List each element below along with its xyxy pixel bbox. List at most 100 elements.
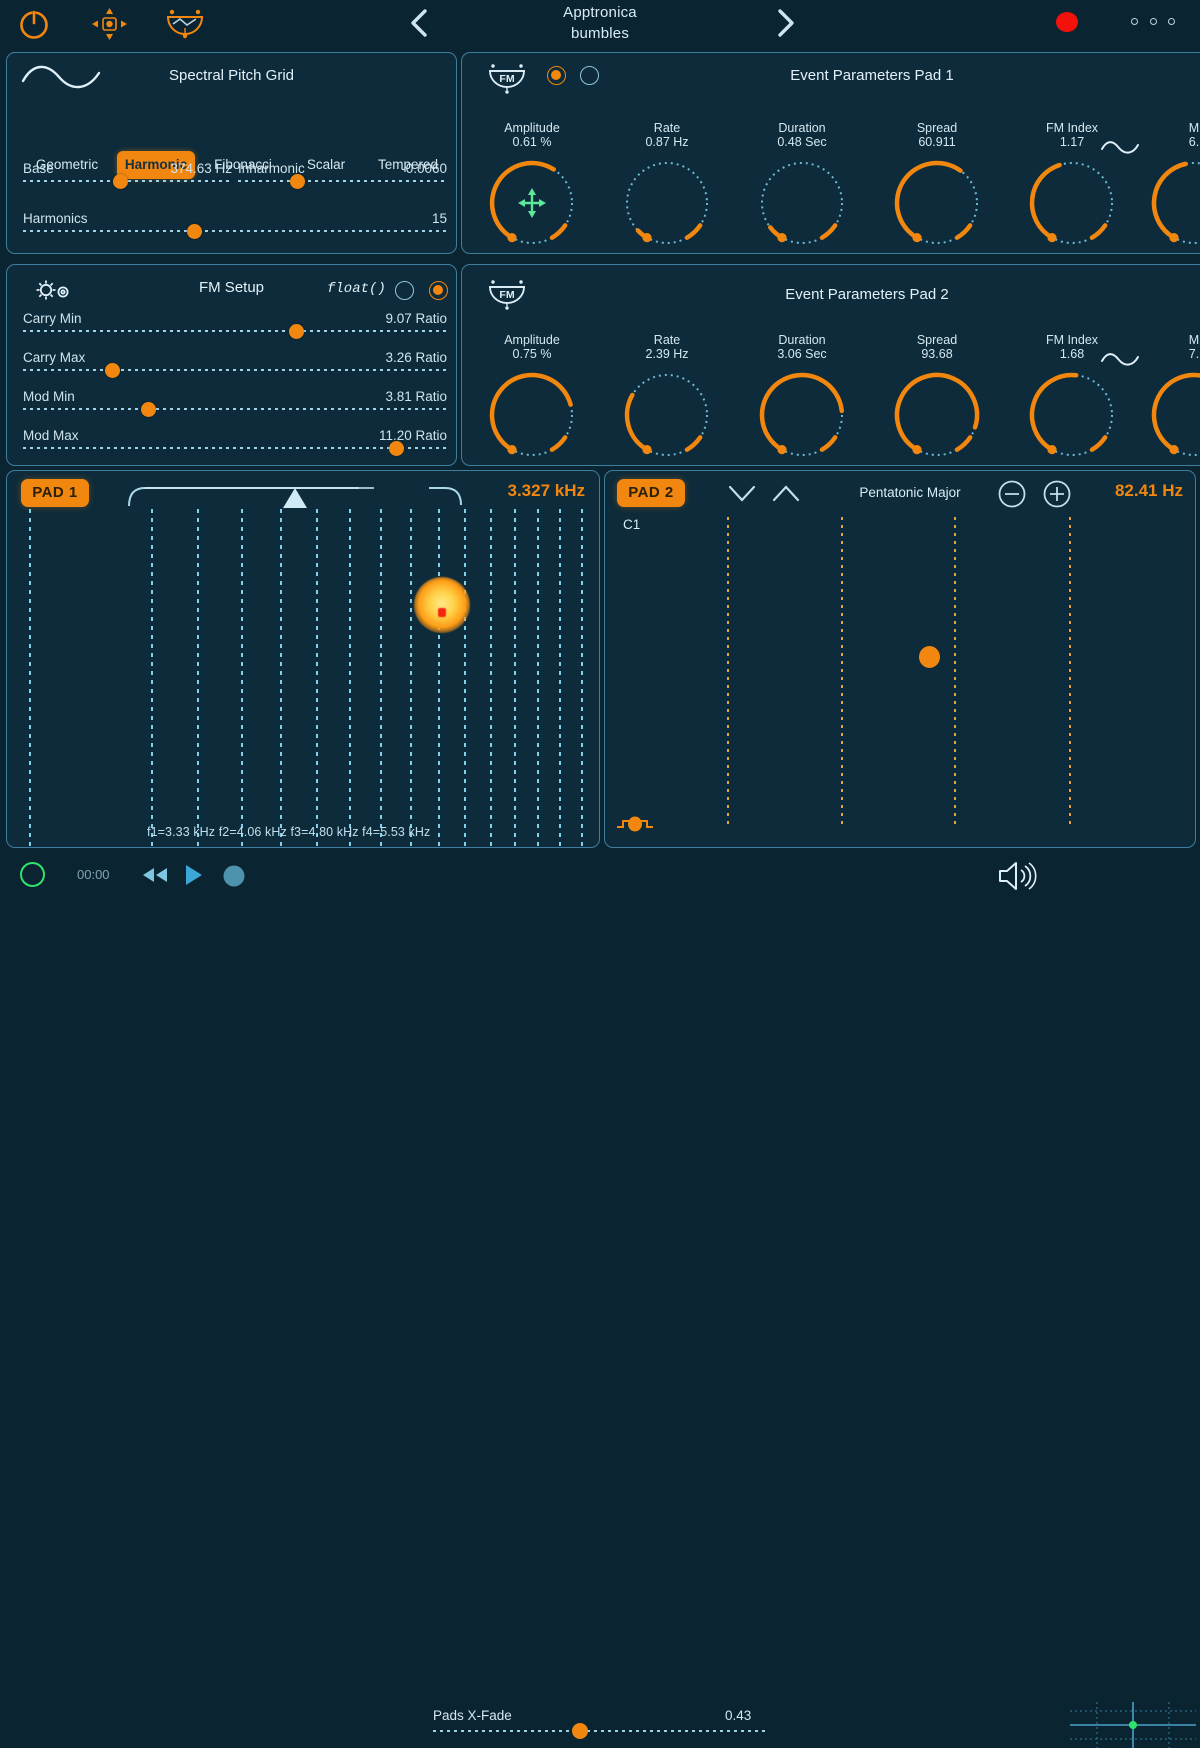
speaker-icon[interactable] (996, 858, 1040, 894)
knob-duration[interactable]: Duration 3.06 Sec (742, 333, 862, 463)
wave-node-icon[interactable] (615, 813, 655, 835)
grid-line (241, 509, 243, 847)
knob-spread[interactable]: Spread 93.68 (877, 333, 997, 463)
pad1-mode-radio-1[interactable] (580, 66, 599, 85)
waveform-bowl-icon[interactable] (163, 6, 207, 42)
pad1-grid-panel[interactable]: PAD 1 3.327 kHz f1=3.33 kHz f2=4.06 kHz … (6, 470, 600, 848)
knob-m[interactable]: M 6. (1101, 121, 1200, 251)
slider-inharmonic-track[interactable] (238, 180, 447, 182)
pad2-grid-panel[interactable]: PAD 2 Pentatonic Major 82.41 Hz C1 (604, 470, 1196, 848)
knob-value: 0.75 % (512, 347, 552, 361)
title-line-2: bumbles (570, 25, 630, 42)
pad1-envelope-slider[interactable] (119, 476, 469, 510)
svg-text:FM: FM (499, 289, 514, 301)
sine-wave-icon (1100, 351, 1140, 367)
slider-carry-max-knob[interactable] (105, 363, 121, 378)
knob-dial[interactable] (619, 367, 715, 463)
knob-value: 7. (1188, 347, 1200, 361)
pad1-knob-row: Amplitude 0.61 % Rate 0.87 Hz Duration 0… (462, 121, 1200, 251)
grid-line (349, 509, 351, 847)
grid-line (841, 517, 843, 827)
knob-value: 93.68 (921, 347, 953, 361)
fm-bell-icon: FM (484, 63, 530, 95)
spectral-mode-tabs[interactable]: Geometric Harmonic Fibonacci Scalar Temp… (21, 151, 451, 179)
slider-inharmonic-value: -0.0060 (401, 161, 447, 176)
slider-base-label: Base (23, 161, 54, 176)
knob-dial[interactable] (1146, 367, 1200, 463)
xfade-track[interactable] (433, 1730, 768, 1732)
fm-mode-radio-1[interactable] (429, 281, 448, 300)
slider-harmonics-track[interactable] (23, 230, 447, 232)
knob-dial[interactable] (1024, 155, 1120, 251)
grid-line (151, 509, 153, 847)
xfade-label: Pads X-Fade (433, 1708, 512, 1723)
next-preset-button[interactable] (770, 7, 800, 39)
slider-mod-max-track[interactable] (23, 447, 447, 449)
slider-base-knob[interactable] (112, 174, 128, 189)
knob-value: 2.39 Hz (645, 347, 689, 361)
sine-wave-icon (21, 65, 101, 91)
xy-scope[interactable] (1070, 1702, 1196, 1748)
knob-amplitude[interactable]: Amplitude 0.75 % (472, 333, 592, 463)
knob-duration[interactable]: Duration 0.48 Sec (742, 121, 862, 251)
slider-inharmonic-knob[interactable] (290, 174, 306, 189)
slider-mod-min-knob[interactable] (141, 402, 157, 417)
play-icon[interactable] (183, 863, 205, 887)
knob-dial[interactable] (889, 367, 985, 463)
knob-dial[interactable] (484, 367, 580, 463)
stop-icon[interactable] (222, 864, 246, 888)
sine-wave-icon (1100, 139, 1140, 155)
pad2-scale-name[interactable]: Pentatonic Major (813, 485, 1007, 500)
grid-line (410, 509, 412, 847)
knob-m[interactable]: M 7. (1101, 333, 1200, 463)
pad2-active-dot[interactable] (919, 646, 940, 668)
knob-dial[interactable] (1146, 155, 1200, 251)
slider-harmonics-knob[interactable] (187, 224, 203, 239)
pad2-badge[interactable]: PAD 2 (617, 479, 685, 507)
event-parameters-pad2-panel: Event Parameters Pad 2 FM Amplitude 0.75… (461, 264, 1200, 466)
knob-dial[interactable] (754, 367, 850, 463)
overflow-menu-button[interactable] (1131, 14, 1175, 28)
slider-carry-max-track[interactable] (23, 369, 447, 371)
knob-value: 0.61 % (512, 135, 552, 149)
fm-mode-radio-0[interactable] (395, 281, 414, 300)
power-icon[interactable] (16, 6, 52, 42)
knob-dial[interactable] (889, 155, 985, 251)
plus-circle-icon[interactable] (1042, 479, 1072, 509)
knob-label: M (1188, 121, 1200, 135)
pad1-active-particle[interactable] (414, 577, 470, 633)
knob-dial[interactable] (754, 155, 850, 251)
slider-carry-min-knob[interactable] (288, 324, 304, 339)
knob-dial[interactable] (484, 155, 580, 251)
grid-line (197, 509, 199, 847)
move-pad-icon[interactable] (90, 6, 127, 42)
knob-label: M (1188, 333, 1200, 347)
slider-mod-min-track[interactable] (23, 408, 447, 410)
timecode-display: 00:00 (77, 867, 110, 882)
grid-line (559, 509, 561, 847)
knob-rate[interactable]: Rate 2.39 Hz (607, 333, 727, 463)
pad1-grid-lines (7, 509, 599, 847)
grid-line (727, 517, 729, 827)
knob-dial[interactable] (1024, 367, 1120, 463)
knob-label: Duration (778, 121, 826, 135)
knob-spread[interactable]: Spread 60.911 (877, 121, 997, 251)
grid-line (316, 509, 318, 847)
knob-dial[interactable] (619, 155, 715, 251)
pad1-mode-radio-0[interactable] (547, 66, 566, 85)
record-button[interactable] (1056, 12, 1078, 32)
chevron-up-icon[interactable] (769, 479, 803, 507)
knob-label: Amplitude (504, 333, 560, 347)
xfade-knob[interactable] (572, 1723, 589, 1739)
knob-amplitude[interactable]: Amplitude 0.61 % (472, 121, 592, 251)
prev-preset-button[interactable] (405, 7, 435, 39)
slider-carry-min-track[interactable] (23, 330, 447, 332)
rewind-icon[interactable] (140, 865, 170, 885)
record-ring-icon[interactable] (20, 862, 45, 887)
slider-mod-max-knob[interactable] (388, 441, 404, 456)
minus-circle-icon[interactable] (997, 479, 1027, 509)
chevron-down-icon[interactable] (725, 479, 759, 507)
grid-line (581, 509, 583, 847)
knob-rate[interactable]: Rate 0.87 Hz (607, 121, 727, 251)
pad1-badge[interactable]: PAD 1 (21, 479, 89, 507)
